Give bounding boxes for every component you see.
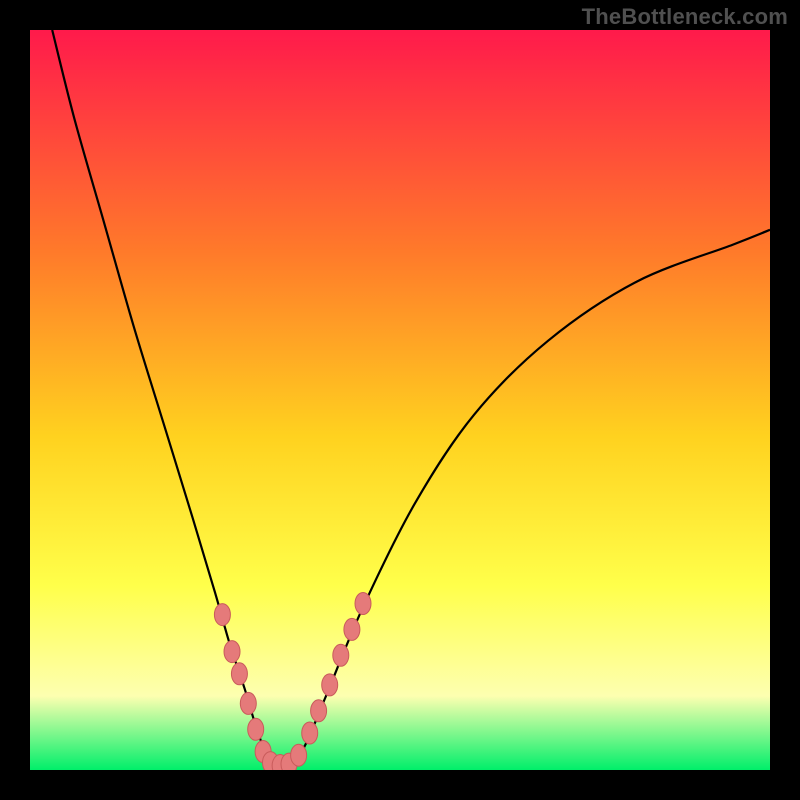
data-marker <box>291 744 307 766</box>
plot-area <box>30 30 770 770</box>
watermark-text: TheBottleneck.com <box>582 4 788 30</box>
chart-svg <box>30 30 770 770</box>
gradient-background <box>30 30 770 770</box>
data-marker <box>248 718 264 740</box>
data-marker <box>302 722 318 744</box>
data-marker <box>214 604 230 626</box>
data-marker <box>344 618 360 640</box>
chart-frame: TheBottleneck.com <box>0 0 800 800</box>
data-marker <box>240 692 256 714</box>
data-marker <box>355 593 371 615</box>
data-marker <box>231 663 247 685</box>
data-marker <box>224 641 240 663</box>
data-marker <box>333 644 349 666</box>
data-marker <box>322 674 338 696</box>
data-marker <box>311 700 327 722</box>
